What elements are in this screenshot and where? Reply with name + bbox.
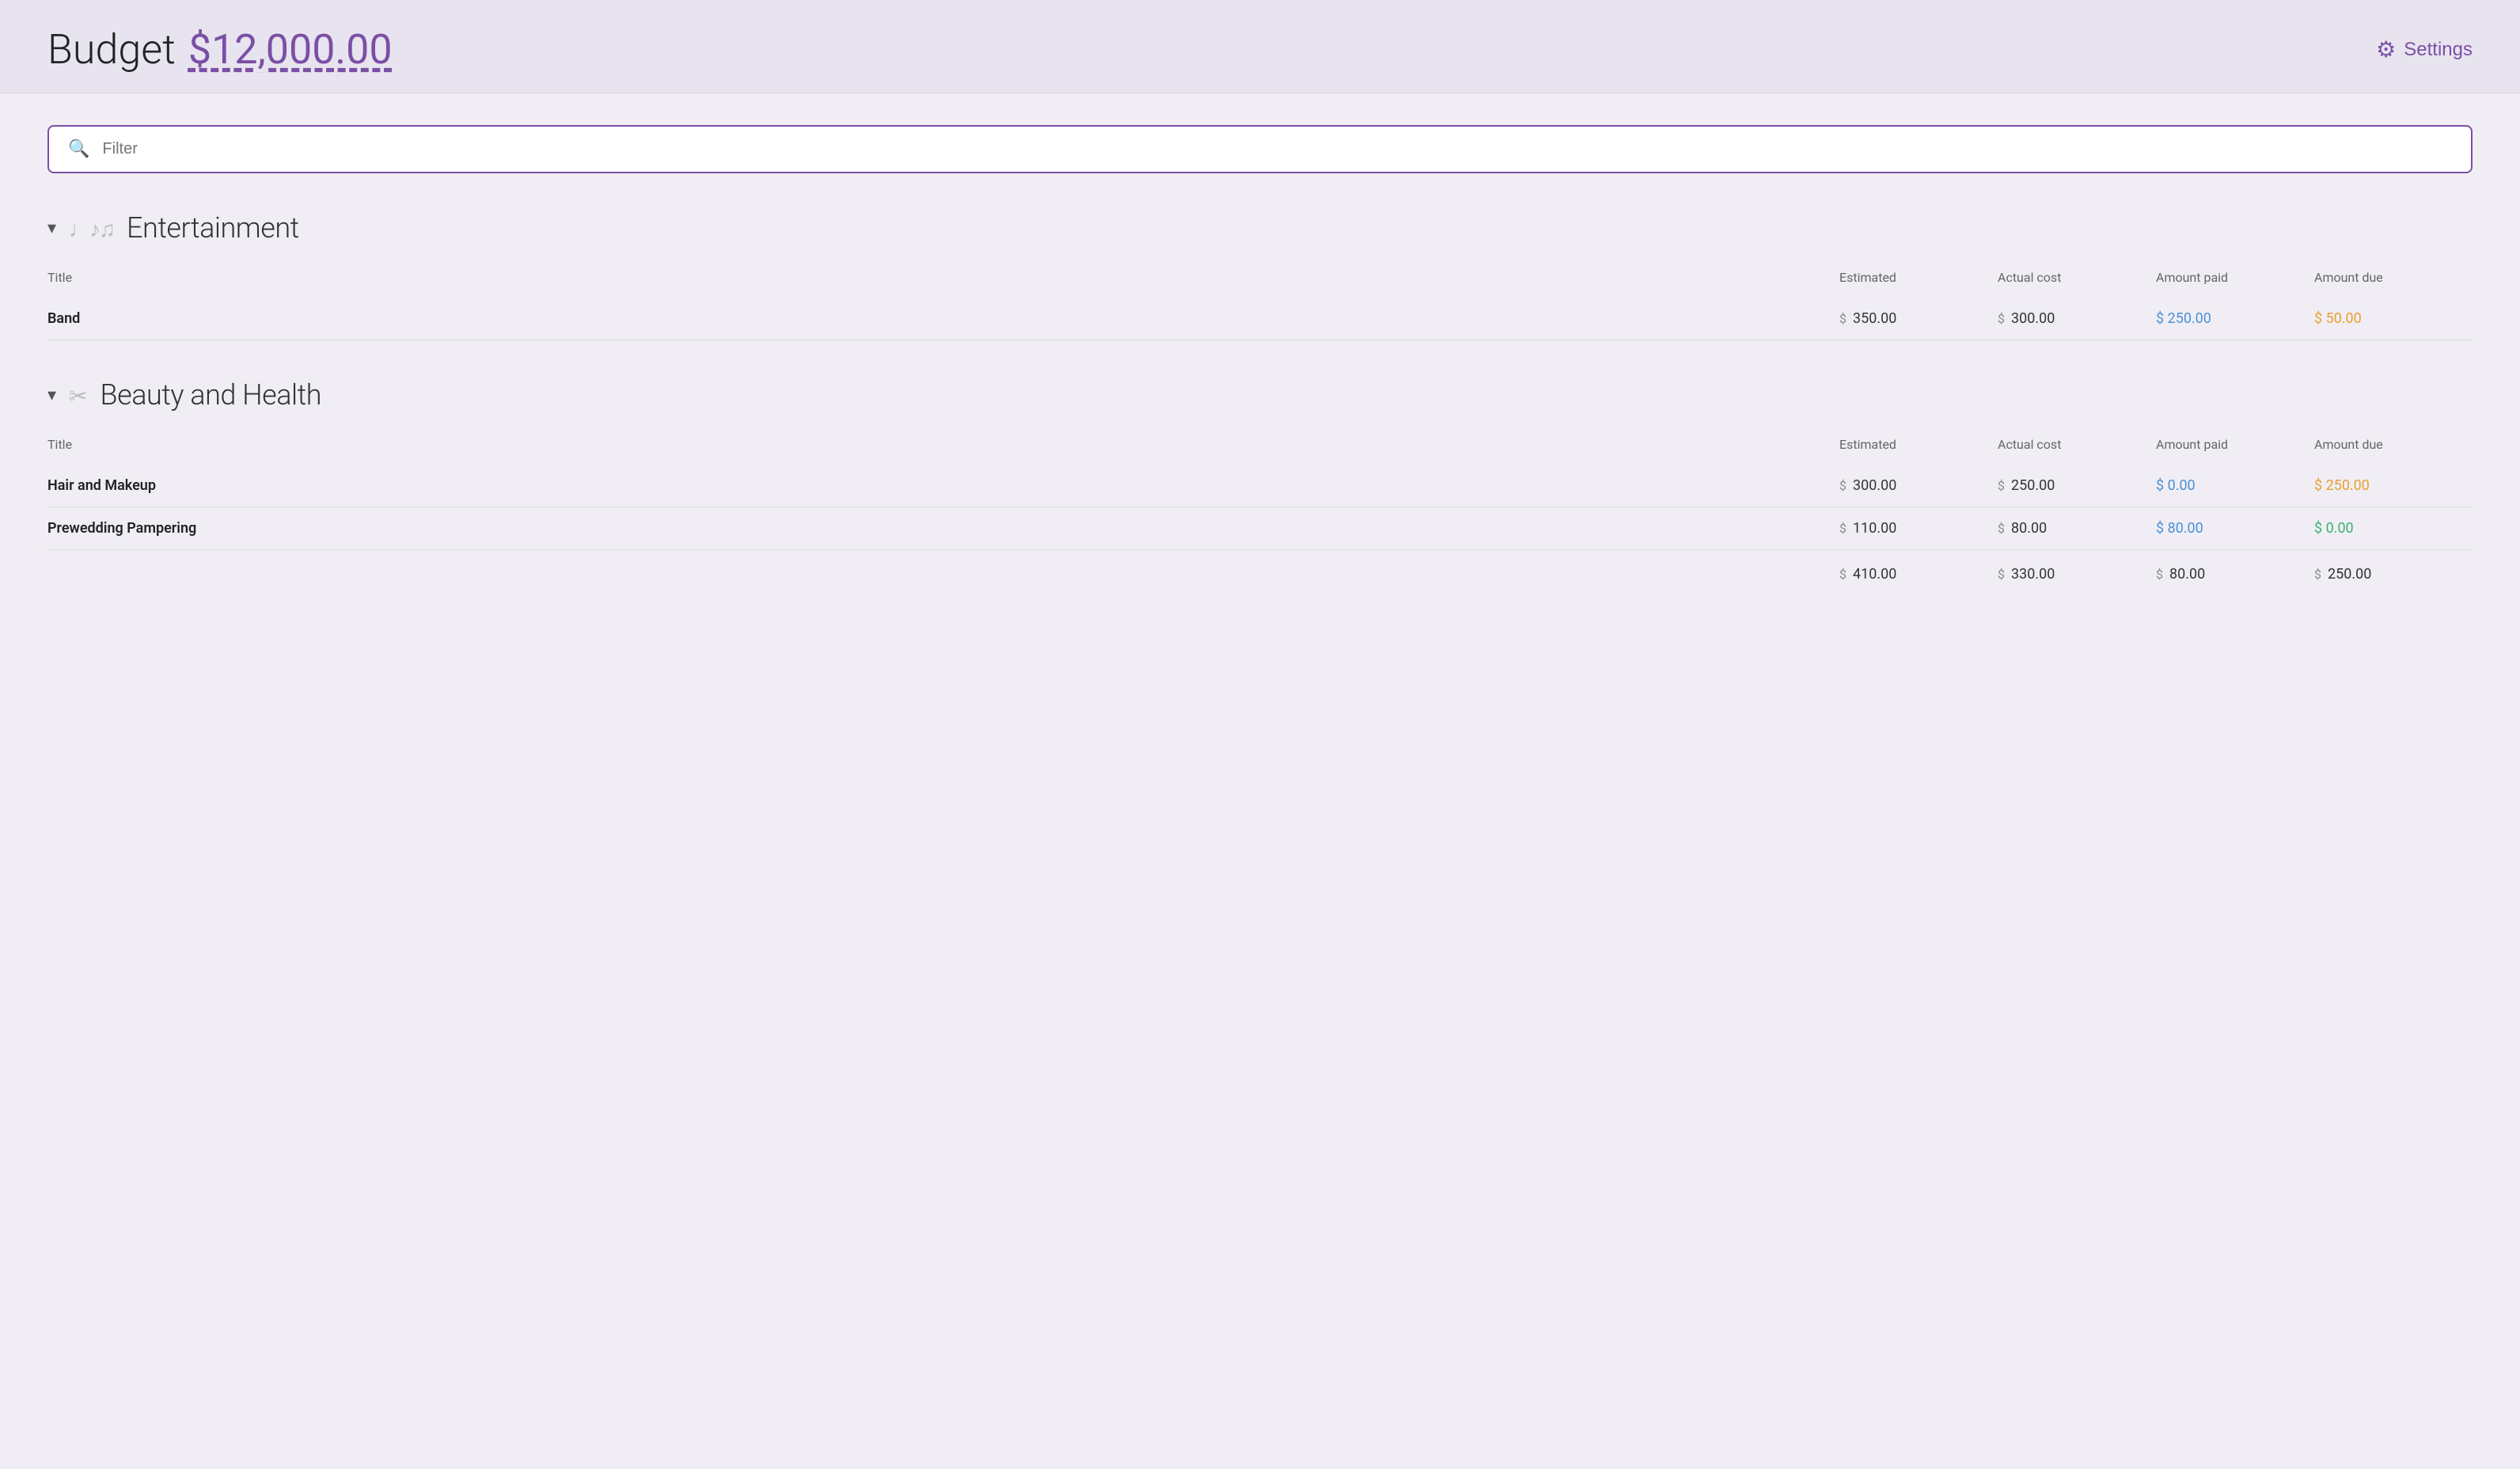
row-paid-beauty-1: $ 80.00 [2156, 520, 2314, 537]
gear-icon: ⚙ [2376, 36, 2396, 63]
section-icon-beauty: ✂ [69, 380, 87, 410]
dollar-icon: $ [2156, 567, 2163, 582]
row-paid-entertainment-0: $ 250.00 [2156, 310, 2314, 327]
section-header-entertainment: ▾ ♩♪♫ Entertainment [47, 211, 2473, 245]
section-table-entertainment: Title Estimated Actual cost Amount paid … [47, 264, 2473, 340]
actual-value: 250.00 [2011, 477, 2055, 494]
row-estimated-beauty-0: $ 300.00 [1839, 477, 1998, 494]
row-due-beauty-0: $ 250.00 [2314, 477, 2473, 494]
section-header-beauty: ▾ ✂ Beauty and Health [47, 378, 2473, 412]
col-amount-due: Amount due [2314, 270, 2473, 285]
table-header-entertainment: Title Estimated Actual cost Amount paid … [47, 264, 2473, 291]
table-row-entertainment-0: Band $ 350.00 $ 300.00 $ 250.00 $ 50.00 [47, 298, 2473, 340]
total-due-value: 250.00 [2328, 566, 2371, 583]
header: Budget $12,000.00 ⚙ Settings [0, 0, 2520, 93]
total-paid-beauty: $ 80.00 [2156, 566, 2314, 583]
total-estimated-value: 410.00 [1853, 566, 1896, 583]
dollar-icon: $ [1839, 478, 1846, 493]
row-actual-entertainment-0: $ 300.00 [1998, 310, 2156, 327]
section-icon-entertainment: ♩♪♫ [69, 213, 114, 243]
row-estimated-beauty-1: $ 110.00 [1839, 520, 1998, 537]
col-actual-cost: Actual cost [1998, 437, 2156, 452]
totals-row-beauty: $ 410.00 $ 330.00 $ 80.00 $ 250.00 [47, 553, 2473, 595]
chevron-down-icon: ▾ [47, 218, 56, 238]
col-estimated: Estimated [1839, 270, 1998, 285]
paid-value: $ 80.00 [2156, 520, 2203, 537]
dollar-icon: $ [1839, 311, 1846, 326]
chevron-entertainment[interactable]: ▾ [47, 218, 56, 238]
estimated-value: 350.00 [1853, 310, 1896, 327]
settings-button[interactable]: ⚙ Settings [2376, 36, 2473, 63]
estimated-value: 110.00 [1853, 520, 1896, 537]
row-estimated-entertainment-0: $ 350.00 [1839, 310, 1998, 327]
due-value: $ 50.00 [2314, 310, 2362, 327]
due-value: $ 250.00 [2314, 477, 2370, 494]
col-title: Title [47, 437, 1839, 452]
col-amount-paid: Amount paid [2156, 437, 2314, 452]
col-amount-paid: Amount paid [2156, 270, 2314, 285]
total-actual-beauty: $ 330.00 [1998, 566, 2156, 583]
dollar-icon: $ [1998, 521, 2005, 536]
dollar-icon: $ [2314, 567, 2321, 582]
estimated-value: 300.00 [1853, 477, 1896, 494]
dollar-icon: $ [1839, 567, 1846, 582]
table-row-beauty-1: Prewedding Pampering $ 110.00 $ 80.00 $ … [47, 507, 2473, 550]
section-title-entertainment: Entertainment [127, 211, 299, 245]
filter-input[interactable] [102, 140, 2452, 158]
section-beauty: ▾ ✂ Beauty and Health Title Estimated Ac… [47, 378, 2473, 595]
dollar-icon: $ [1839, 521, 1846, 536]
row-due-beauty-1: $ 0.00 [2314, 520, 2473, 537]
chevron-beauty[interactable]: ▾ [47, 385, 56, 405]
main-content: 🔍 ▾ ♩♪♫ Entertainment Title Estimated Ac… [0, 93, 2520, 665]
col-title: Title [47, 270, 1839, 285]
sections-container: ▾ ♩♪♫ Entertainment Title Estimated Actu… [47, 211, 2473, 595]
dollar-icon: $ [1998, 311, 2005, 326]
dollar-icon: $ [1998, 478, 2005, 493]
section-title-beauty: Beauty and Health [101, 378, 321, 412]
due-value: $ 0.00 [2314, 520, 2354, 537]
actual-value: 80.00 [2011, 520, 2047, 537]
row-title-beauty-1: Prewedding Pampering [47, 520, 1839, 537]
budget-amount[interactable]: $12,000.00 [188, 25, 393, 74]
col-amount-due: Amount due [2314, 437, 2473, 452]
actual-value: 300.00 [2011, 310, 2055, 327]
section-entertainment: ▾ ♩♪♫ Entertainment Title Estimated Actu… [47, 211, 2473, 340]
total-paid-value: 80.00 [2169, 566, 2205, 583]
total-actual-value: 330.00 [2011, 566, 2055, 583]
paid-value: $ 0.00 [2156, 477, 2196, 494]
filter-bar: 🔍 [47, 125, 2473, 173]
table-row-beauty-0: Hair and Makeup $ 300.00 $ 250.00 $ 0.00… [47, 465, 2473, 507]
budget-title-area: Budget $12,000.00 [47, 25, 393, 74]
row-title-beauty-0: Hair and Makeup [47, 477, 1839, 494]
chevron-down-icon: ▾ [47, 385, 56, 405]
section-table-beauty: Title Estimated Actual cost Amount paid … [47, 431, 2473, 595]
table-header-beauty: Title Estimated Actual cost Amount paid … [47, 431, 2473, 458]
dollar-icon: $ [1998, 567, 2005, 582]
budget-label: Budget [47, 25, 176, 74]
col-actual-cost: Actual cost [1998, 270, 2156, 285]
total-due-beauty: $ 250.00 [2314, 566, 2473, 583]
row-actual-beauty-0: $ 250.00 [1998, 477, 2156, 494]
col-estimated: Estimated [1839, 437, 1998, 452]
paid-value: $ 250.00 [2156, 310, 2211, 327]
row-title-entertainment-0: Band [47, 310, 1839, 327]
row-actual-beauty-1: $ 80.00 [1998, 520, 2156, 537]
total-estimated-beauty: $ 410.00 [1839, 566, 1998, 583]
row-paid-beauty-0: $ 0.00 [2156, 477, 2314, 494]
row-due-entertainment-0: $ 50.00 [2314, 310, 2473, 327]
search-icon: 🔍 [68, 139, 89, 159]
settings-label: Settings [2404, 39, 2473, 61]
